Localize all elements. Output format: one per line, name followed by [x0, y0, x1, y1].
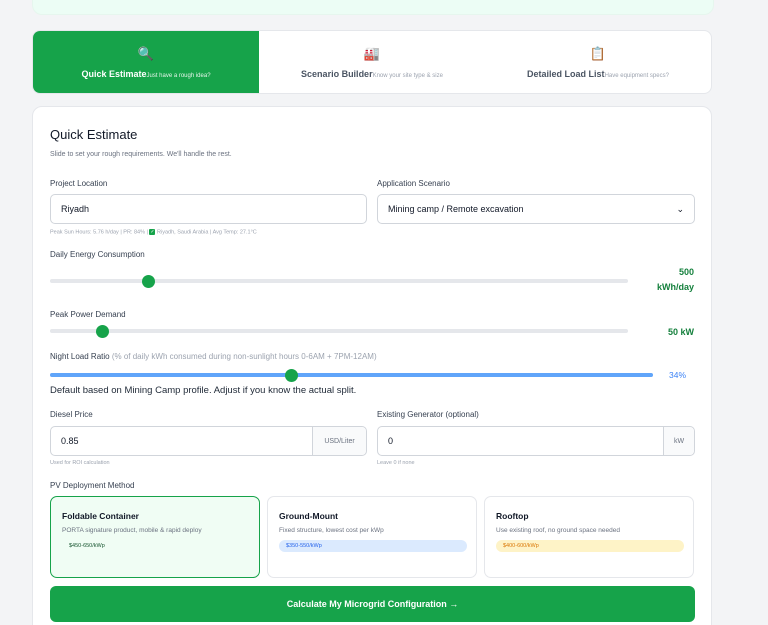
generator-label: Existing Generator (optional) — [377, 410, 479, 419]
daily-energy-label: Daily Energy Consumption — [50, 250, 145, 259]
daily-energy-unit: kWh/day — [656, 282, 694, 292]
clipboard-icon: 📋 — [589, 46, 607, 61]
diesel-unit: USD/Liter — [312, 427, 366, 455]
diesel-price-input[interactable]: 0.85 USD/Liter — [50, 426, 367, 456]
night-load-value: 34% — [668, 370, 686, 380]
tab-subtitle: Know your site type & size — [372, 73, 443, 79]
tab-title: Detailed Load List — [527, 69, 605, 79]
method-rooftop[interactable]: Rooftop Use existing roof, no ground spa… — [484, 496, 694, 578]
peak-power-label: Peak Power Demand — [50, 310, 126, 319]
form-title: Quick Estimate — [50, 127, 138, 142]
generator-value: 0 — [388, 436, 394, 446]
top-banner — [32, 0, 714, 15]
form-subtitle: Slide to set your rough requirements. We… — [50, 151, 232, 158]
tab-quick-estimate[interactable]: 🔍 Quick EstimateJust have a rough idea? — [33, 31, 259, 93]
method-price-badge: $450-650/kWp — [69, 543, 105, 549]
diesel-hint: Used for ROI calculation — [50, 460, 110, 466]
method-foldable-container[interactable]: Foldable Container PORTA signature produ… — [50, 496, 260, 578]
magnifier-icon: 🔍 — [137, 46, 155, 61]
method-ground-mount[interactable]: Ground-Mount Fixed structure, lowest cos… — [267, 496, 477, 578]
tab-scenario-builder[interactable]: 🏭 Scenario BuilderKnow your site type & … — [259, 31, 485, 93]
location-label: Project Location — [50, 179, 108, 188]
location-hint-suffix: Riyadh, Saudi Arabia | Avg Temp: 27.1°C — [157, 229, 257, 236]
peak-power-slider[interactable] — [50, 324, 628, 338]
tab-text: Detailed Load ListHave equipment specs? — [527, 69, 669, 79]
diesel-price-value: 0.85 — [61, 436, 79, 446]
tab-subtitle: Just have a rough idea? — [146, 73, 211, 79]
tab-title: Scenario Builder — [301, 69, 373, 79]
factory-icon: 🏭 — [363, 46, 381, 61]
scenario-selected-value: Mining camp / Remote excavation — [388, 204, 524, 214]
method-title: Foldable Container — [62, 511, 139, 521]
night-load-note: (% of daily kWh consumed during non-sunl… — [111, 352, 377, 361]
tab-text: Quick EstimateJust have a rough idea? — [81, 69, 210, 79]
location-hint: Peak Sun Hours: 5.76 h/day | PR: 84% | ✓… — [50, 229, 257, 235]
peak-power-value: 50 kW — [667, 327, 694, 337]
slider-fill — [50, 279, 148, 283]
slider-thumb[interactable] — [284, 368, 298, 382]
generator-unit: kW — [663, 427, 694, 455]
chevron-down-icon: ⌄ — [676, 203, 684, 214]
location-input[interactable]: Riyadh — [50, 194, 367, 224]
slider-thumb[interactable] — [141, 274, 155, 288]
tab-detailed-load-list[interactable]: 📋 Detailed Load ListHave equipment specs… — [485, 31, 711, 93]
pv-method-label: PV Deployment Method — [50, 481, 135, 490]
night-load-label: Night Load Ratio — [50, 352, 110, 361]
night-load-heading: Night Load Ratio (% of daily kWh consume… — [50, 352, 377, 361]
location-hint-prefix: Peak Sun Hours: 5.76 h/day | PR: 84% | — [50, 229, 148, 236]
night-load-default-note: Default based on Mining Camp profile. Ad… — [50, 385, 357, 396]
method-title: Rooftop — [496, 511, 529, 521]
slider-fill — [50, 373, 653, 377]
tab-subtitle: Have equipment specs? — [604, 73, 669, 79]
method-title: Ground-Mount — [279, 511, 339, 521]
check-icon: ✓ — [149, 229, 156, 235]
daily-energy-number: 500 — [678, 267, 694, 277]
method-description: PORTA signature product, mobile & rapid … — [62, 527, 202, 534]
tab-title: Quick Estimate — [81, 69, 147, 79]
method-price-badge: $350-550/kWp — [279, 540, 467, 552]
method-description: Fixed structure, lowest cost per kWp — [279, 527, 384, 534]
slider-thumb[interactable] — [95, 324, 109, 338]
scenario-label: Application Scenario — [377, 179, 450, 188]
diesel-label: Diesel Price — [50, 410, 93, 419]
slider-fill — [50, 329, 102, 333]
night-load-slider[interactable] — [50, 368, 653, 382]
mode-tabs: 🔍 Quick EstimateJust have a rough idea? … — [32, 30, 712, 94]
method-description: Use existing roof, no ground space neede… — [496, 527, 620, 534]
generator-hint: Leave 0 if none — [377, 460, 415, 466]
method-price-badge: $400-600/kWp — [496, 540, 684, 552]
daily-energy-slider[interactable] — [50, 274, 628, 288]
tab-text: Scenario BuilderKnow your site type & si… — [301, 69, 443, 79]
quick-estimate-card: Quick Estimate Slide to set your rough r… — [32, 106, 712, 625]
calculate-button[interactable]: Calculate My Microgrid Configuration → — [50, 586, 695, 622]
daily-energy-value: 500 kWh/day — [657, 267, 694, 292]
generator-input[interactable]: 0 kW — [377, 426, 695, 456]
scenario-select[interactable]: Mining camp / Remote excavation ⌄ — [377, 194, 695, 224]
